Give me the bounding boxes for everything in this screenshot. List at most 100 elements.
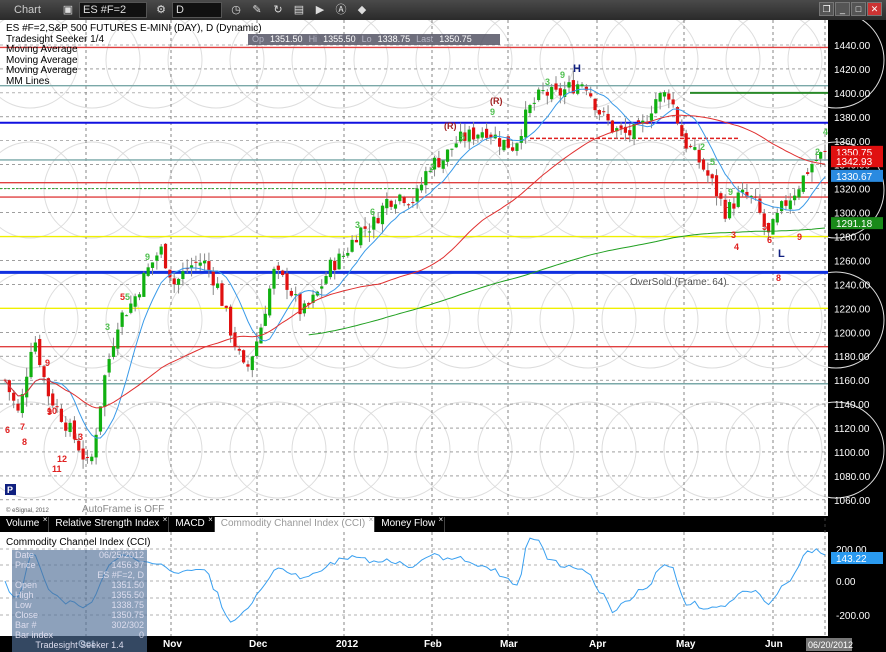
tooltip-row: Low 1338.75 bbox=[15, 600, 144, 610]
candle-body bbox=[606, 113, 610, 121]
settings-icon[interactable]: ⚙ bbox=[154, 3, 168, 17]
candle-body bbox=[159, 246, 163, 255]
candle-body bbox=[229, 306, 233, 336]
legend-study: Moving Average bbox=[6, 65, 78, 76]
candle-body bbox=[98, 406, 103, 432]
candle-body bbox=[12, 392, 16, 401]
candle-body bbox=[150, 262, 155, 268]
tab-cci[interactable]: Commodity Channel Index (CCI) × bbox=[214, 515, 376, 532]
candle-body bbox=[246, 364, 250, 367]
minimize-icon[interactable]: _ bbox=[835, 2, 850, 16]
price-axis-label: 1200.00 bbox=[834, 328, 871, 339]
candle-body bbox=[714, 175, 719, 197]
candle-body bbox=[129, 303, 133, 313]
candle-body bbox=[610, 120, 615, 133]
candle-body bbox=[658, 92, 662, 102]
candle-body bbox=[133, 296, 137, 307]
tab-macd[interactable]: MACD × bbox=[169, 515, 215, 532]
tab-volume[interactable]: Volume × bbox=[0, 515, 50, 532]
tab-money-flow[interactable]: Money Flow × bbox=[375, 515, 446, 532]
tooltip-footer: Tradesight Seeker 1.4 bbox=[35, 640, 124, 650]
candle-body bbox=[528, 105, 532, 114]
pencil-icon[interactable]: ✎ bbox=[250, 3, 264, 17]
tooltip-row: Price 1456.97 bbox=[15, 560, 144, 570]
candle-body bbox=[736, 192, 740, 207]
candle-body bbox=[793, 195, 797, 201]
interval-select[interactable]: D bbox=[172, 2, 222, 18]
candle-body bbox=[263, 313, 267, 326]
date-axis-label: 2012 bbox=[336, 639, 359, 650]
close-icon: × bbox=[438, 515, 444, 524]
candle-body bbox=[211, 271, 215, 286]
candle-body bbox=[693, 147, 697, 150]
candle-body bbox=[146, 267, 150, 276]
setup-count: 4 bbox=[823, 127, 828, 137]
close-icon: × bbox=[208, 515, 213, 524]
price-axis-label: 1100.00 bbox=[834, 448, 870, 459]
candle-body bbox=[719, 193, 723, 199]
candle-body bbox=[294, 294, 298, 296]
current-date-label: 06/20/2012 bbox=[808, 640, 853, 650]
close-icon[interactable]: ✕ bbox=[867, 2, 882, 16]
clock-icon[interactable]: ◷ bbox=[229, 3, 243, 17]
price-axis-label: 1240.00 bbox=[834, 280, 871, 291]
tab-rsi[interactable]: Relative Strength Index × bbox=[49, 515, 170, 532]
symbol-input[interactable]: ES #F=2 bbox=[79, 2, 147, 18]
candle-body bbox=[276, 265, 280, 270]
play-icon[interactable]: ▶ bbox=[313, 3, 327, 17]
date-axis-label: Apr bbox=[589, 639, 606, 650]
setup-count: 2 bbox=[430, 162, 435, 172]
candle-body bbox=[537, 89, 541, 101]
cci-title: Commodity Channel Index (CCI) bbox=[6, 537, 151, 548]
candle-body bbox=[419, 184, 424, 191]
candle-body bbox=[454, 143, 458, 148]
candle-body bbox=[589, 93, 593, 97]
candle-body bbox=[801, 175, 805, 192]
candle-body bbox=[189, 265, 194, 268]
candle-body bbox=[107, 359, 111, 373]
candle-body bbox=[471, 127, 476, 140]
candle-body bbox=[654, 99, 658, 114]
candle-body bbox=[359, 227, 363, 246]
tooltip-row: Bar #302/302 bbox=[15, 620, 144, 630]
maximize-icon[interactable]: □ bbox=[851, 2, 866, 16]
restore-icon[interactable]: ❐ bbox=[819, 2, 834, 16]
candle-body bbox=[389, 200, 393, 207]
tooltip-row: ES #F=2, D bbox=[97, 570, 144, 580]
studies-icon[interactable]: ▤ bbox=[292, 3, 306, 17]
candle-body bbox=[272, 268, 276, 289]
refresh-icon[interactable]: ↻ bbox=[271, 3, 285, 17]
candle-body bbox=[155, 255, 159, 261]
alert-icon[interactable]: Ⓐ bbox=[334, 3, 348, 17]
candle-body bbox=[220, 283, 224, 306]
candle-body bbox=[38, 339, 42, 366]
tooltip-row: Bar index 0 bbox=[15, 630, 144, 640]
link-icon[interactable]: ▣ bbox=[61, 3, 75, 17]
candle-body bbox=[597, 110, 601, 115]
price-axis-label: 1160.00 bbox=[834, 376, 870, 387]
candle-body bbox=[33, 342, 37, 352]
eraser-icon[interactable]: ◆ bbox=[355, 3, 369, 17]
candle-body bbox=[20, 394, 24, 414]
candle-body bbox=[680, 125, 684, 137]
candle-body bbox=[172, 278, 176, 285]
ohlc-readout: Op 1351.50 Hi 1355.50 Lo 1338.75 Last 1350.75 bbox=[248, 34, 500, 45]
candle-body bbox=[354, 239, 359, 243]
candle-body bbox=[346, 252, 350, 256]
low-marker: L bbox=[778, 248, 785, 260]
data-tooltip: Date 06/25/2012 Price 1456.97 ES #F=2, D Open… bbox=[12, 550, 147, 652]
price-axis-label: 1320.00 bbox=[834, 185, 871, 196]
candle-body bbox=[25, 376, 29, 398]
price-tag-label: 1330.67 bbox=[836, 172, 873, 183]
candle-body bbox=[619, 125, 623, 129]
candle-body bbox=[207, 261, 211, 271]
candle-body bbox=[237, 348, 241, 351]
candle-body bbox=[636, 120, 641, 122]
candle-body bbox=[584, 86, 588, 91]
candle-body bbox=[688, 145, 693, 147]
candle-body bbox=[671, 99, 675, 105]
candle-body bbox=[142, 272, 146, 297]
candle-body bbox=[341, 255, 346, 257]
candle-body bbox=[814, 159, 818, 161]
price-axis-label: 1120.00 bbox=[834, 424, 870, 435]
